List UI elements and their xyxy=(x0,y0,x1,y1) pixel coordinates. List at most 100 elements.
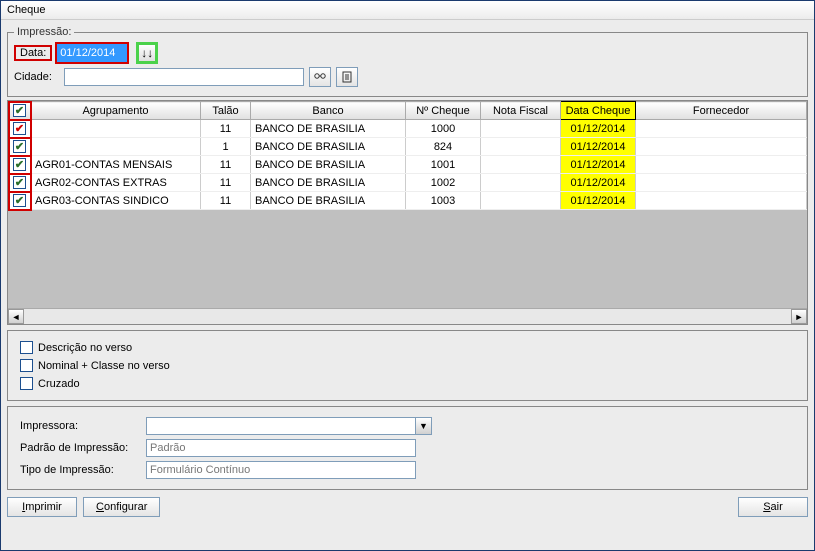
cell-agrupamento xyxy=(31,138,201,156)
cell-talao: 11 xyxy=(201,192,251,210)
row-checkbox[interactable]: ✔ xyxy=(9,120,31,138)
checkbox-descricao[interactable] xyxy=(20,341,33,354)
impressora-input[interactable] xyxy=(146,417,416,435)
cell-data-cheque: 01/12/2014 xyxy=(561,138,636,156)
cell-num-cheque: 1002 xyxy=(406,174,481,192)
option-descricao[interactable]: Descrição no verso xyxy=(20,341,795,354)
scroll-left-icon[interactable]: ◄ xyxy=(8,309,24,324)
data-row: Data: ↓↓ xyxy=(14,42,801,64)
cell-agrupamento: AGR03-CONTAS SINDICO xyxy=(31,192,201,210)
row-checkbox[interactable]: ✔ xyxy=(9,156,31,174)
options-fieldset: Descrição no verso Nominal + Classe no v… xyxy=(7,330,808,401)
padrao-input[interactable] xyxy=(146,439,416,457)
impressora-combo[interactable]: ▼ xyxy=(146,417,432,435)
cidade-row: Cidade: xyxy=(14,67,801,87)
label-descricao: Descrição no verso xyxy=(38,342,132,354)
impressora-label: Impressora: xyxy=(20,420,140,432)
col-data-cheque[interactable]: Data Cheque xyxy=(561,102,636,120)
left-buttons: Imprimir Configurar xyxy=(7,497,160,517)
cell-num-cheque: 824 xyxy=(406,138,481,156)
cell-fornecedor xyxy=(636,156,807,174)
table-row[interactable]: ✔ 11 BANCO DE BRASILIA 1000 01/12/2014 xyxy=(9,120,807,138)
cheque-window: Cheque Impressão: Data: ↓↓ Cidade: xyxy=(0,0,815,551)
col-banco[interactable]: Banco xyxy=(251,102,406,120)
cidade-label: Cidade: xyxy=(14,71,59,83)
cell-fornecedor xyxy=(636,138,807,156)
chevron-down-icon[interactable]: ▼ xyxy=(416,417,432,435)
cell-num-cheque: 1001 xyxy=(406,156,481,174)
option-nominal[interactable]: Nominal + Classe no verso xyxy=(20,359,795,372)
label-cruzado: Cruzado xyxy=(38,378,80,390)
title-bar: Cheque xyxy=(1,1,814,20)
cidade-input[interactable] xyxy=(64,68,304,86)
col-num-cheque[interactable]: Nº Cheque xyxy=(406,102,481,120)
data-label: Data: xyxy=(20,47,46,59)
label-nominal: Nominal + Classe no verso xyxy=(38,360,170,372)
cell-banco: BANCO DE BRASILIA xyxy=(251,156,406,174)
cell-talao: 1 xyxy=(201,138,251,156)
grid-scroll: ✔ Agrupamento Talão Banco Nº Cheque Nota… xyxy=(8,101,807,308)
cell-fornecedor xyxy=(636,120,807,138)
cell-nota-fiscal xyxy=(481,192,561,210)
tipo-label: Tipo de Impressão: xyxy=(20,464,140,476)
cell-fornecedor xyxy=(636,174,807,192)
cell-data-cheque: 01/12/2014 xyxy=(561,174,636,192)
checkbox-nominal[interactable] xyxy=(20,359,33,372)
row-checkbox[interactable]: ✔ xyxy=(9,174,31,192)
tipo-row: Tipo de Impressão: xyxy=(20,461,795,479)
grid-container: ✔ Agrupamento Talão Banco Nº Cheque Nota… xyxy=(7,100,808,325)
button-bar: Imprimir Configurar Sair xyxy=(7,497,808,517)
cell-nota-fiscal xyxy=(481,120,561,138)
impressao-fieldset: Impressão: Data: ↓↓ Cidade: xyxy=(7,26,808,97)
data-input-highlight xyxy=(55,42,129,64)
row-checkbox[interactable]: ✔ xyxy=(9,138,31,156)
printer-fieldset: Impressora: ▼ Padrão de Impressão: Tipo … xyxy=(7,406,808,490)
horizontal-scrollbar[interactable]: ◄ ► xyxy=(8,308,807,324)
scroll-right-icon[interactable]: ► xyxy=(791,309,807,324)
cell-banco: BANCO DE BRASILIA xyxy=(251,138,406,156)
cell-nota-fiscal xyxy=(481,174,561,192)
cell-data-cheque: 01/12/2014 xyxy=(561,192,636,210)
apply-date-button[interactable]: ↓↓ xyxy=(136,42,158,64)
configurar-button[interactable]: Configurar xyxy=(83,497,160,517)
checkbox-cruzado[interactable] xyxy=(20,377,33,390)
col-fornecedor[interactable]: Fornecedor xyxy=(636,102,807,120)
cell-agrupamento: AGR01-CONTAS MENSAIS xyxy=(31,156,201,174)
cell-agrupamento: AGR02-CONTAS EXTRAS xyxy=(31,174,201,192)
option-cruzado[interactable]: Cruzado xyxy=(20,377,795,390)
sair-button[interactable]: Sair xyxy=(738,497,808,517)
content-area: Impressão: Data: ↓↓ Cidade: xyxy=(1,20,814,550)
table-row[interactable]: ✔ AGR02-CONTAS EXTRAS 11 BANCO DE BRASIL… xyxy=(9,174,807,192)
cell-nota-fiscal xyxy=(481,156,561,174)
imprimir-button[interactable]: Imprimir xyxy=(7,497,77,517)
cell-talao: 11 xyxy=(201,174,251,192)
padrao-label: Padrão de Impressão: xyxy=(20,442,140,454)
col-nota-fiscal[interactable]: Nota Fiscal xyxy=(481,102,561,120)
tipo-input[interactable] xyxy=(146,461,416,479)
padrao-row: Padrão de Impressão: xyxy=(20,439,795,457)
cell-talao: 11 xyxy=(201,156,251,174)
cell-data-cheque: 01/12/2014 xyxy=(561,120,636,138)
document-icon[interactable] xyxy=(336,67,358,87)
cell-data-cheque: 01/12/2014 xyxy=(561,156,636,174)
row-checkbox[interactable]: ✔ xyxy=(9,192,31,210)
table-row[interactable]: ✔ AGR01-CONTAS MENSAIS 11 BANCO DE BRASI… xyxy=(9,156,807,174)
impressora-row: Impressora: ▼ xyxy=(20,417,795,435)
cell-fornecedor xyxy=(636,192,807,210)
cell-talao: 11 xyxy=(201,120,251,138)
cheque-table: ✔ Agrupamento Talão Banco Nº Cheque Nota… xyxy=(8,101,807,210)
cell-num-cheque: 1003 xyxy=(406,192,481,210)
table-row[interactable]: ✔ AGR03-CONTAS SINDICO 11 BANCO DE BRASI… xyxy=(9,192,807,210)
scroll-track[interactable] xyxy=(24,309,791,324)
col-talao[interactable]: Talão xyxy=(201,102,251,120)
data-input[interactable] xyxy=(57,44,127,62)
window-title: Cheque xyxy=(7,4,46,16)
search-icon[interactable] xyxy=(309,67,331,87)
cell-agrupamento xyxy=(31,120,201,138)
cell-banco: BANCO DE BRASILIA xyxy=(251,120,406,138)
select-all-header[interactable]: ✔ xyxy=(9,102,31,120)
col-agrupamento[interactable]: Agrupamento xyxy=(31,102,201,120)
cell-banco: BANCO DE BRASILIA xyxy=(251,174,406,192)
cell-nota-fiscal xyxy=(481,138,561,156)
table-row[interactable]: ✔ 1 BANCO DE BRASILIA 824 01/12/2014 xyxy=(9,138,807,156)
